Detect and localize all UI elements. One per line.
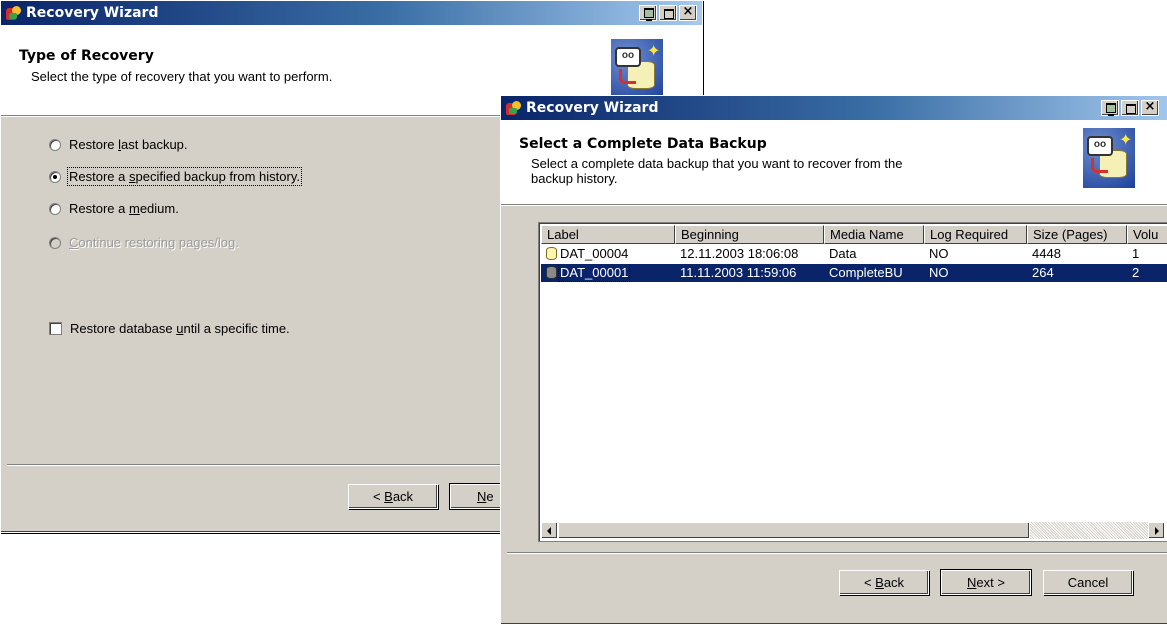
scroll-left-button[interactable]	[541, 522, 558, 539]
close-icon: ×	[1144, 99, 1156, 114]
recovery-wizard-app-icon	[5, 4, 23, 22]
maximize-button[interactable]	[1121, 100, 1139, 116]
back-button[interactable]: < Back	[348, 484, 438, 509]
page-subtitle-line2: backup history.	[531, 171, 618, 186]
minimize-icon	[644, 8, 654, 21]
front-window-title: Recovery Wizard	[526, 100, 659, 116]
recovery-wizard-app-icon	[505, 99, 523, 117]
database-recovery-wizard-icon: oo ✦	[1083, 128, 1135, 188]
table-row[interactable]: DAT_00004 12.11.2003 18:06:08 Data NO 44…	[541, 245, 1167, 263]
cell-beginning: 12.11.2003 18:06:08	[680, 246, 799, 261]
database-complete-icon	[546, 266, 557, 279]
cell-log-required: NO	[929, 246, 949, 261]
scroll-left-arrow-icon	[547, 527, 551, 535]
minimize-icon	[1106, 103, 1116, 116]
scroll-right-arrow-icon	[1155, 527, 1159, 535]
page-subtitle-line1: Select a complete data backup that you w…	[531, 156, 903, 171]
cell-label: DAT_00001	[541, 264, 675, 282]
back-button[interactable]: < Back	[839, 570, 929, 595]
cell-volume: 2	[1132, 265, 1140, 280]
table-header: Label Beginning Media Name Log Required …	[541, 225, 1167, 244]
option-label: Restore a medium.	[69, 201, 179, 216]
close-button[interactable]: ×	[679, 4, 697, 21]
radio-restore-last-backup[interactable]	[49, 138, 61, 151]
option-restore-specified-backup[interactable]: Restore a specified backup from history.	[49, 167, 302, 186]
option-continue-restoring: Continue restoring pages/log.	[49, 235, 239, 250]
radio-restore-specified-backup[interactable]	[49, 170, 61, 183]
front-window-titlebar[interactable]: Recovery Wizard ×	[501, 96, 1167, 120]
column-header-log-required[interactable]: Log Required	[924, 225, 1027, 244]
scrollbar-thumb[interactable]	[558, 522, 1030, 539]
cell-size-pages: 4448	[1032, 246, 1061, 261]
restore-until-time-option[interactable]: Restore database until a specific time.	[49, 321, 290, 336]
minimize-button[interactable]	[1101, 100, 1119, 116]
radio-restore-medium[interactable]	[49, 202, 61, 215]
cancel-button[interactable]: Cancel	[1043, 570, 1133, 595]
cell-media-name: Data	[829, 246, 857, 261]
minimize-button[interactable]	[639, 5, 657, 21]
radio-continue-restoring	[49, 236, 61, 249]
close-icon: ×	[682, 4, 694, 19]
restore-until-time-checkbox[interactable]	[49, 322, 62, 335]
option-label: Continue restoring pages/log.	[69, 235, 239, 250]
cell-size-pages: 264	[1032, 265, 1054, 280]
option-label: Restore a specified backup from history.	[67, 167, 302, 186]
page-title: Select a Complete Data Backup	[519, 136, 767, 152]
column-header-volume[interactable]: Volu	[1127, 225, 1167, 244]
column-header-label[interactable]: Label	[541, 225, 675, 244]
cell-volume: 1	[1132, 246, 1140, 261]
cell-media-name: CompleteBU	[829, 265, 903, 280]
table-row-selected[interactable]: DAT_00001 11.11.2003 11:59:06 CompleteBU…	[541, 264, 1167, 282]
database-recovery-wizard-icon: oo ✦	[611, 39, 663, 99]
button-separator	[507, 552, 1167, 554]
maximize-icon	[664, 9, 674, 19]
option-label: Restore last backup.	[69, 137, 188, 152]
front-window-header: Select a Complete Data Backup Select a c…	[501, 120, 1167, 205]
maximize-button[interactable]	[659, 5, 677, 21]
backup-history-table[interactable]: Label Beginning Media Name Log Required …	[538, 222, 1167, 542]
cell-log-required: NO	[929, 265, 949, 280]
page-subtitle: Select the type of recovery that you wan…	[31, 69, 333, 84]
front-recovery-wizard-window[interactable]: Recovery Wizard × Select a Complete Data…	[500, 95, 1167, 625]
database-data-icon	[546, 247, 557, 260]
cell-beginning: 11.11.2003 11:59:06	[680, 265, 797, 280]
back-window-title: Recovery Wizard	[26, 5, 159, 21]
column-header-media-name[interactable]: Media Name	[824, 225, 924, 244]
next-button[interactable]: Next >	[941, 570, 1031, 595]
scrollbar-track[interactable]	[558, 522, 1148, 539]
scroll-right-button[interactable]	[1148, 522, 1165, 539]
cell-label: DAT_00004	[541, 245, 675, 263]
page-title: Type of Recovery	[19, 48, 154, 64]
back-window-titlebar[interactable]: Recovery Wizard ×	[1, 1, 702, 25]
maximize-icon	[1126, 104, 1136, 114]
option-restore-last-backup[interactable]: Restore last backup.	[49, 137, 188, 152]
column-header-beginning[interactable]: Beginning	[675, 225, 824, 244]
horizontal-scrollbar[interactable]	[541, 522, 1165, 539]
checkbox-label: Restore database until a specific time.	[70, 321, 290, 336]
close-button[interactable]: ×	[1141, 99, 1159, 116]
column-header-size-pages[interactable]: Size (Pages)	[1027, 225, 1127, 244]
option-restore-medium[interactable]: Restore a medium.	[49, 201, 179, 216]
